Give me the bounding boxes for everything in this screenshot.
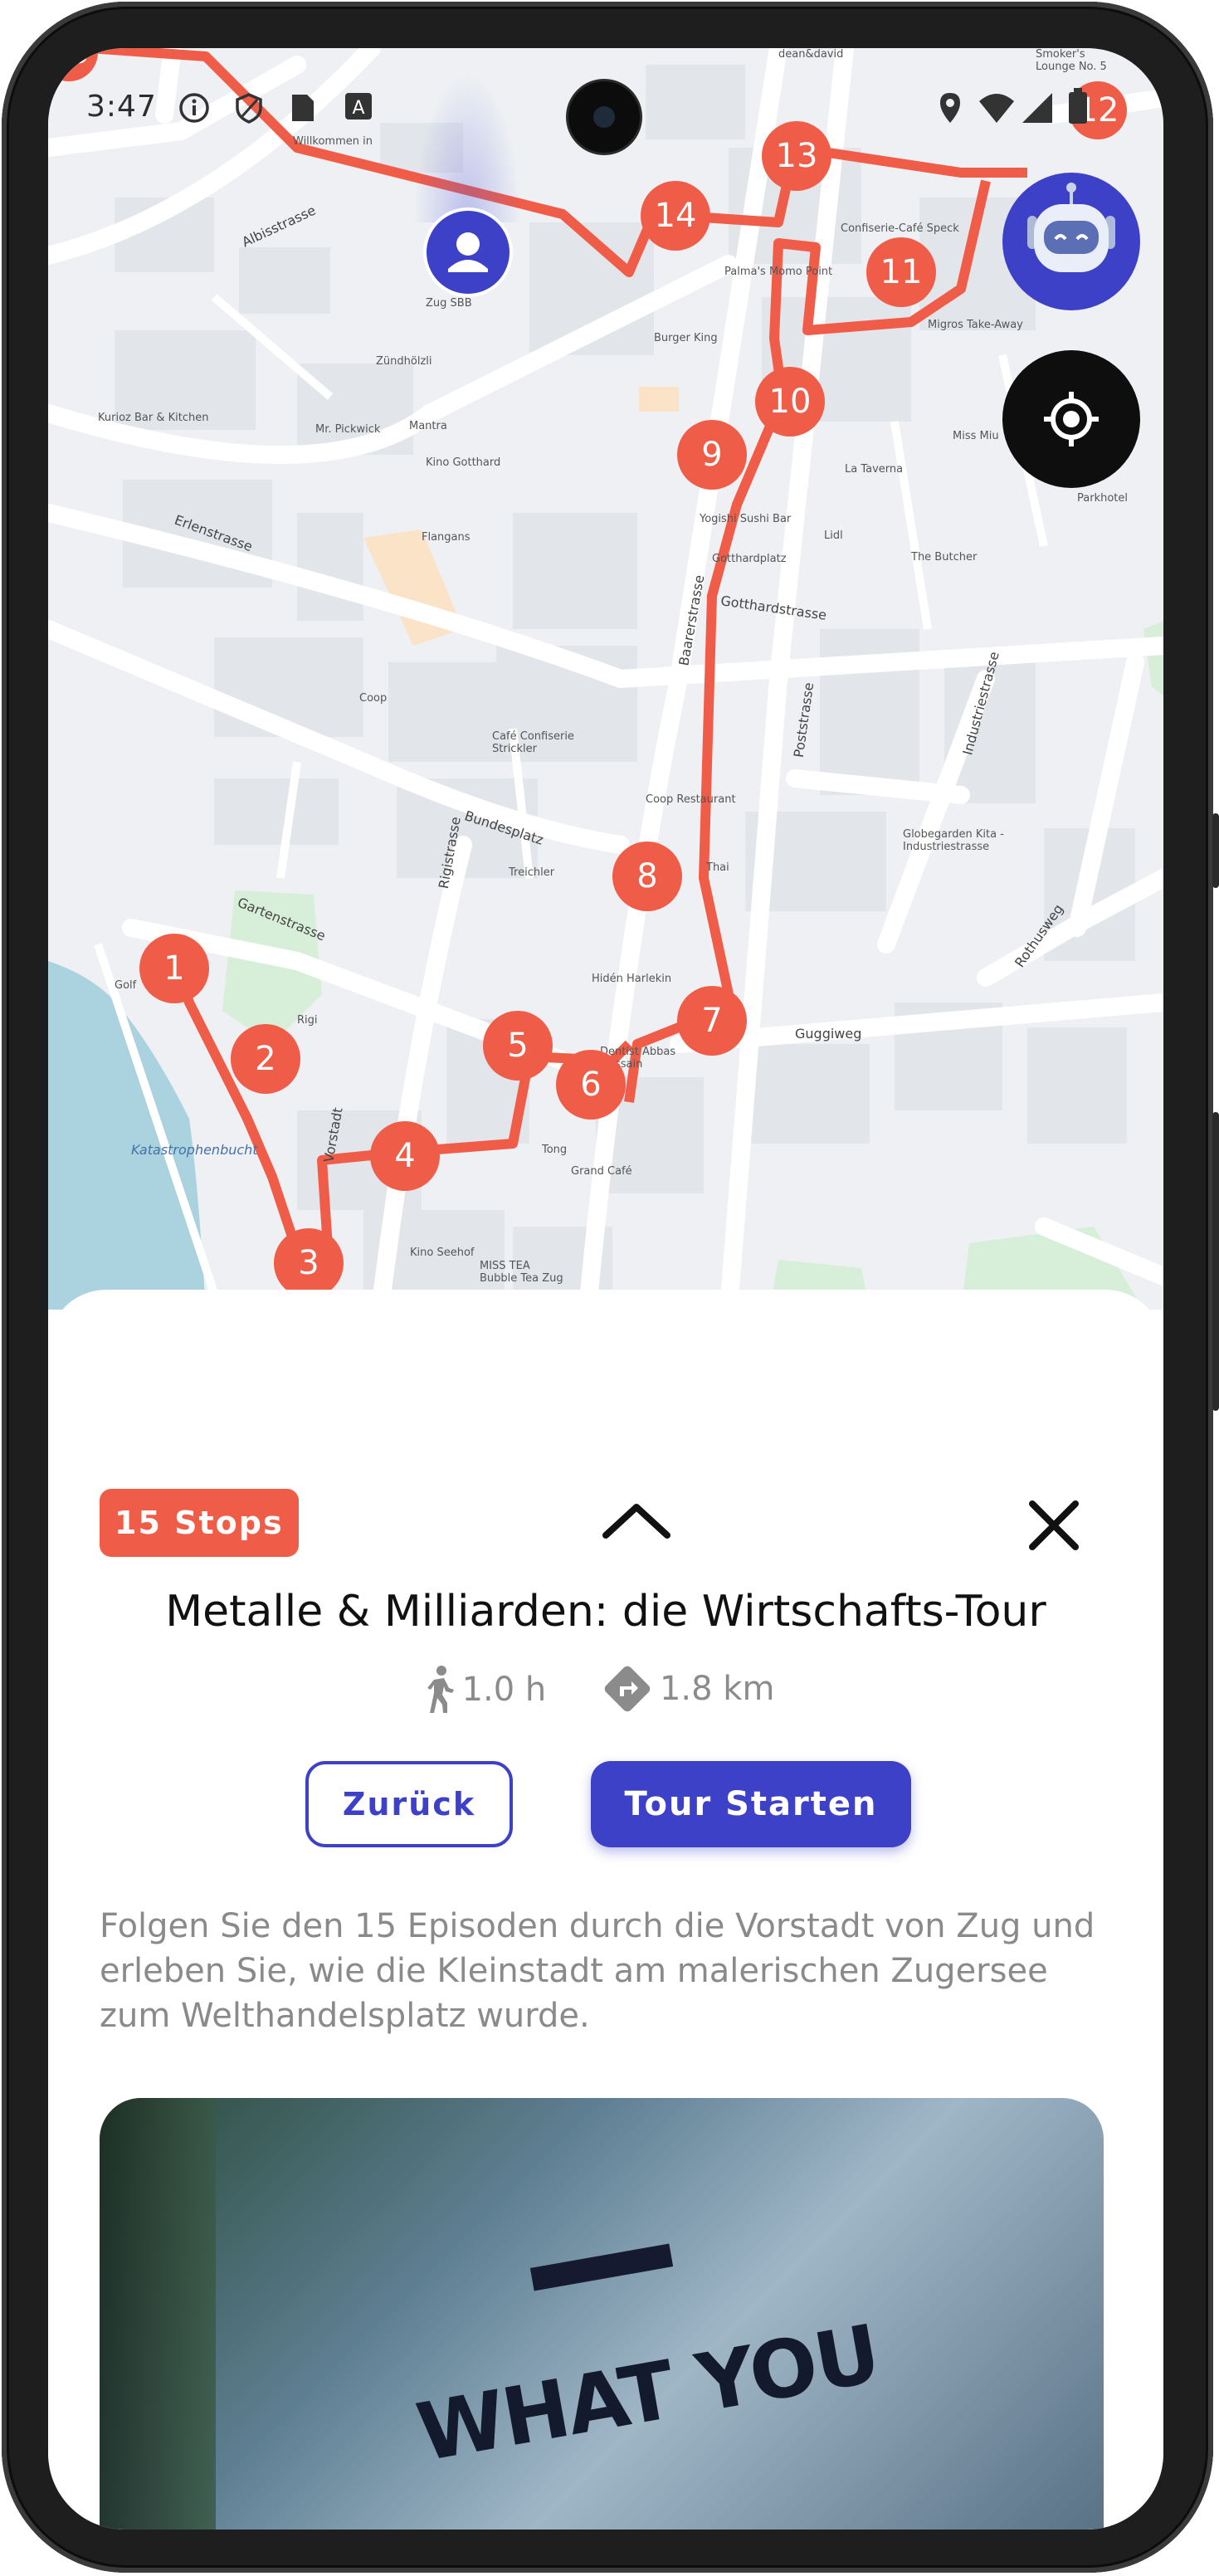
duration-text: 1.0 h bbox=[461, 1671, 547, 1709]
poi-label: Zug SBB bbox=[426, 297, 472, 310]
front-camera bbox=[568, 81, 640, 153]
poi-label: Kino Seehof bbox=[410, 1247, 475, 1259]
map-view[interactable]: Albisstrasse Erlenstrasse Gotthardstrass… bbox=[48, 48, 1163, 1310]
poi-label: Parkhotel bbox=[1077, 492, 1128, 505]
tour-title: Metalle & Milliarden: die Wirtschafts-To… bbox=[165, 1587, 1046, 1637]
stop-marker-5[interactable]: 5 bbox=[483, 1011, 553, 1081]
stop-marker-4[interactable]: 4 bbox=[370, 1121, 440, 1191]
poi-label: Lidl bbox=[824, 529, 843, 542]
tour-detail-sheet: 15 Stops Metalle & Milliarden: die Wirts… bbox=[48, 1290, 1163, 2530]
poi-label: Palma's Momo Point bbox=[724, 266, 833, 278]
poi-label: Gotthardplatz bbox=[712, 553, 787, 565]
stops-count-badge: 15 Stops bbox=[100, 1489, 299, 1557]
poi-label: Confiserie-Café Speck bbox=[841, 222, 959, 235]
poi-label: MISS TEA Bubble Tea Zug bbox=[480, 1260, 563, 1285]
stop-marker-2[interactable]: 2 bbox=[231, 1024, 300, 1094]
poi-label: Coop bbox=[359, 692, 388, 705]
lake-area bbox=[48, 961, 206, 1310]
poi-label: The Butcher bbox=[911, 551, 978, 564]
poi-label: La Taverna bbox=[845, 463, 904, 476]
stop-marker-9[interactable]: 9 bbox=[677, 420, 747, 490]
phone-frame: Albisstrasse Erlenstrasse Gotthardstrass… bbox=[0, 0, 1219, 2576]
user-location-icon[interactable] bbox=[423, 207, 513, 297]
map-canvas bbox=[48, 48, 1163, 1310]
expand-sheet-chevron-up-icon[interactable] bbox=[599, 1497, 674, 1550]
shield-icon bbox=[232, 91, 266, 128]
status-time: 3:47 bbox=[86, 90, 157, 124]
poi-label: Zündhölzli bbox=[376, 355, 432, 368]
window-frame bbox=[100, 2098, 216, 2530]
poi-label: Rigi bbox=[297, 1014, 318, 1027]
poi-label: Globegarden Kita - Industriestrasse bbox=[903, 828, 1004, 853]
stop-marker-10[interactable]: 10 bbox=[755, 367, 825, 437]
tour-description: Folgen Sie den 15 Episoden durch die Vor… bbox=[100, 1907, 1095, 2035]
poi-label: Hidén Harlekin bbox=[592, 973, 672, 985]
distance-text: 1.8 km bbox=[659, 1670, 775, 1708]
poi-label: Café Confiserie Strickler bbox=[492, 730, 574, 755]
tour-cover-image: WHAT YOU bbox=[100, 2098, 1104, 2530]
svg-text:A: A bbox=[352, 98, 364, 119]
poi-label: Burger King bbox=[654, 332, 718, 344]
volume-button bbox=[1212, 1112, 1219, 1411]
sim-card-icon bbox=[289, 91, 317, 128]
start-tour-button[interactable]: Tour Starten bbox=[591, 1761, 911, 1847]
sign-bar bbox=[529, 2243, 674, 2291]
water-label: Katastrophenbucht bbox=[131, 1142, 258, 1158]
photo-sign-text: WHAT YOU bbox=[410, 2307, 886, 2480]
poi-label: Thai bbox=[706, 861, 729, 874]
walking-icon bbox=[427, 1666, 454, 1713]
stop-marker-14[interactable]: 14 bbox=[641, 181, 710, 251]
notification-a-icon: A bbox=[344, 91, 373, 124]
distance-info: 1.8 km bbox=[602, 1663, 789, 1715]
robot-icon bbox=[1027, 183, 1115, 272]
battery-icon bbox=[1067, 88, 1089, 128]
tour-meta: 1.0 h 1.8 km bbox=[48, 1663, 1163, 1723]
street-label: Guggiweg bbox=[795, 1026, 862, 1042]
screen: Albisstrasse Erlenstrasse Gotthardstrass… bbox=[48, 48, 1163, 2530]
signal-icon bbox=[1021, 91, 1054, 128]
poi-label: Yogishi Sushi Bar bbox=[700, 513, 792, 525]
back-button[interactable]: Zurück bbox=[305, 1761, 513, 1847]
stop-marker-1[interactable]: 1 bbox=[139, 934, 209, 1003]
recenter-location-button[interactable] bbox=[1002, 350, 1140, 488]
stop-marker-8[interactable]: 8 bbox=[612, 842, 682, 911]
poi-label: Kino Gotthard bbox=[426, 456, 501, 469]
status-bar: 3:47 A bbox=[48, 48, 1163, 164]
directions-icon bbox=[604, 1666, 651, 1712]
close-icon[interactable] bbox=[1027, 1499, 1080, 1555]
poi-label: Migros Take-Away bbox=[928, 319, 1023, 331]
poi-label: Coop Restaurant bbox=[646, 793, 736, 806]
duration-info: 1.0 h bbox=[422, 1665, 562, 1715]
poi-label: Golf bbox=[115, 979, 137, 992]
info-icon bbox=[178, 91, 211, 128]
stop-marker-11[interactable]: 11 bbox=[866, 237, 936, 307]
poi-label: Kurioz Bar & Kitchen bbox=[98, 412, 209, 424]
stop-marker-7[interactable]: 7 bbox=[677, 986, 747, 1056]
wifi-icon bbox=[978, 91, 1016, 128]
side-button bbox=[1212, 813, 1219, 888]
poi-label: Flangans bbox=[422, 531, 471, 544]
stop-marker-3[interactable]: 3 bbox=[274, 1228, 344, 1298]
poi-label: Grand Café bbox=[571, 1165, 632, 1178]
poi-label: Treichler bbox=[509, 866, 555, 879]
location-icon bbox=[938, 91, 963, 128]
poi-label: Miss Miu bbox=[953, 430, 999, 442]
poi-label: Tong bbox=[542, 1144, 568, 1156]
crosshair-icon bbox=[1044, 392, 1099, 446]
assistant-robot-button[interactable] bbox=[1002, 173, 1140, 310]
stop-marker-6[interactable]: 6 bbox=[556, 1050, 626, 1120]
poi-label: Mr. Pickwick bbox=[315, 423, 381, 436]
poi-label: Mantra bbox=[409, 420, 447, 432]
